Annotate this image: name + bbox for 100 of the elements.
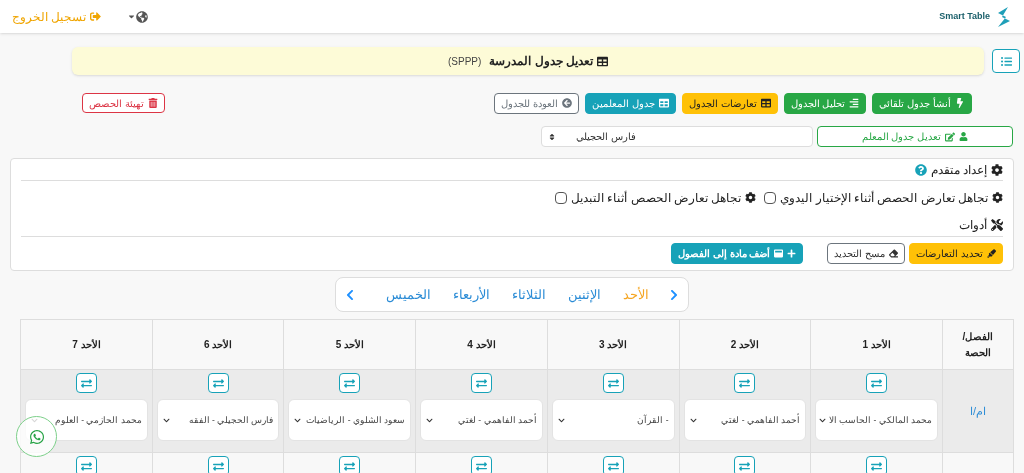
option-checkbox[interactable]	[764, 191, 777, 204]
swap-button[interactable]	[207, 373, 229, 393]
marker-icon	[987, 248, 996, 258]
tool-button[interactable]: أضف مادة إلى الفصول	[671, 242, 804, 264]
chevron-icon	[557, 416, 565, 424]
header-cell: الأحد 4	[415, 319, 548, 370]
prev-icon	[344, 288, 356, 301]
teacher-subject-select[interactable]: أحمد الفاهمي - لغتي	[420, 399, 543, 441]
toolbar-button[interactable]: أنشأ جدول تلقائي	[872, 92, 972, 114]
lines-icon	[849, 98, 860, 108]
edit-teacher-button[interactable]: تعديل جدول المعلم	[817, 126, 1013, 147]
day-tab[interactable]: الثلاثاء	[511, 284, 546, 305]
chevron-icon	[689, 416, 697, 424]
bolt-icon	[955, 98, 965, 108]
teacher-subject-select[interactable]: سعود الشلوي - الرياضيات	[288, 399, 412, 441]
option-checkbox[interactable]	[555, 191, 567, 204]
swap-button[interactable]	[75, 456, 97, 473]
section-title: أدوات	[959, 217, 987, 234]
header-cell: الأحد 7	[20, 319, 153, 370]
gear-icon	[991, 163, 1003, 176]
swap-icon	[607, 460, 619, 472]
swap-icon	[871, 460, 883, 472]
tool-button[interactable]: تحديد التعارضات	[909, 242, 1003, 264]
caret-icon	[127, 12, 137, 21]
option-label: تجاهل تعارض الحصص أثناء التبديل	[571, 189, 742, 207]
toolbar-button[interactable]: جدول المعلمين	[585, 92, 676, 114]
table-icon	[597, 55, 609, 67]
swap-button[interactable]	[339, 456, 361, 473]
window-icon	[774, 248, 784, 258]
swap-icon	[80, 377, 92, 389]
toolbar-button[interactable]: العودة للجدول	[494, 92, 580, 114]
swap-icon	[607, 377, 619, 389]
trash-icon	[147, 98, 158, 108]
swap-button[interactable]	[207, 456, 229, 473]
option-label: تجاهل تعارض الحصص أثناء الإختيار اليدوي	[780, 189, 988, 207]
day-tab[interactable]: الإثنين	[567, 284, 601, 305]
swap-button[interactable]	[75, 373, 97, 393]
user-icon	[959, 132, 969, 141]
teacher-subject-select[interactable]: فارس الحجيلي - الفقه	[156, 399, 280, 441]
teacher-subject-select[interactable]: - القرآن	[551, 399, 675, 441]
brand-name: Smart Table	[939, 9, 990, 23]
swap-icon	[476, 377, 488, 389]
table-icon	[658, 98, 669, 108]
list-icon	[1000, 55, 1012, 67]
teacher-select[interactable]: فارس الحجيلي	[541, 126, 813, 147]
language-button[interactable]	[127, 10, 149, 23]
swap-icon	[344, 377, 356, 389]
swap-icon	[212, 377, 224, 389]
chevron-icon	[818, 416, 826, 424]
swap-button[interactable]	[734, 456, 756, 473]
globe-icon	[136, 10, 149, 23]
header-cell: الأحد 2	[679, 319, 811, 370]
class-link[interactable]: ام/ا	[942, 369, 1014, 453]
swap-button[interactable]	[471, 456, 493, 473]
swap-button[interactable]	[602, 373, 624, 393]
chevron-icon	[162, 416, 170, 424]
chevron-icon	[294, 416, 302, 424]
swap-button[interactable]	[471, 373, 493, 393]
school-code: (SPPP)	[448, 54, 482, 69]
gear-icon	[992, 192, 1003, 203]
teacher-subject-select[interactable]: أحمد الفاهمي - لغتي	[683, 399, 807, 441]
edit-icon	[945, 131, 956, 142]
toolbar-button[interactable]: تحليل الجدول	[783, 92, 867, 114]
header-cell: الأحد 3	[547, 319, 680, 370]
gear-icon	[745, 192, 757, 203]
swap-icon	[739, 377, 751, 389]
swap-button[interactable]	[339, 373, 361, 393]
eraser-icon	[889, 248, 899, 258]
swap-button[interactable]	[602, 456, 624, 473]
header-cell: الأحد 5	[284, 319, 416, 370]
swap-icon	[739, 460, 751, 472]
swap-button[interactable]	[866, 456, 888, 473]
reset-button[interactable]: تهيئة الحصص	[82, 93, 165, 113]
header-cell: الأحد 1	[810, 319, 943, 370]
tool-button[interactable]: مسح التحديد	[827, 242, 906, 264]
toolbar-button[interactable]: تعارضات الجدول	[681, 92, 778, 114]
swap-icon	[871, 377, 883, 389]
day-tab[interactable]: الخميس	[385, 284, 431, 305]
chevron-icon	[426, 416, 434, 424]
swap-button[interactable]	[734, 373, 756, 393]
section-title: إعداد متقدم	[930, 161, 987, 179]
swap-button[interactable]	[866, 373, 888, 393]
banner-title: تعديل جدول المدرسة	[489, 53, 594, 70]
sort-icon	[548, 132, 556, 141]
header-cell: الأحد 6	[152, 319, 284, 370]
day-tab[interactable]: الأربعاء	[452, 284, 490, 305]
chat-icon	[28, 428, 45, 445]
header-cell: الفصل/ الحصة	[942, 319, 1014, 370]
tools-icon	[991, 219, 1003, 231]
swap-icon	[212, 460, 224, 472]
menu-button[interactable]	[992, 49, 1020, 73]
plus-icon	[787, 248, 797, 258]
swap-icon	[476, 460, 488, 472]
swap-icon	[344, 460, 356, 472]
help-icon	[914, 163, 927, 176]
exit-icon	[90, 11, 102, 22]
teacher-subject-select[interactable]: محمد المالكي - الحاسب الا	[815, 399, 938, 441]
table-icon	[760, 98, 771, 108]
back-icon	[562, 98, 573, 108]
next-icon	[668, 288, 680, 301]
